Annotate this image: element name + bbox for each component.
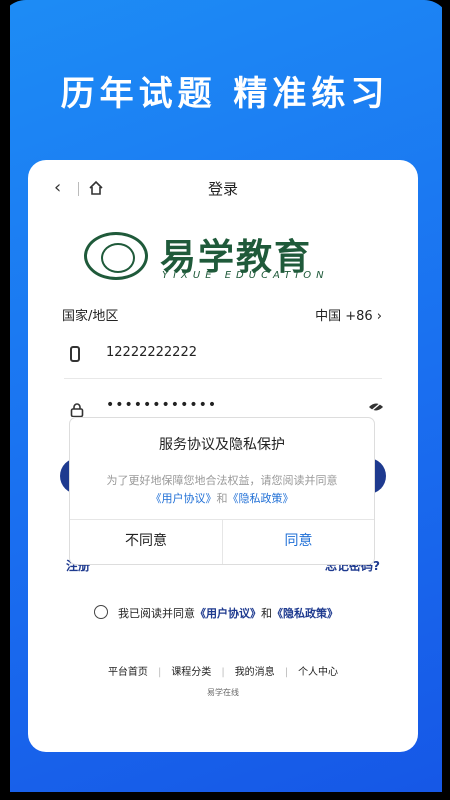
logo-seal: [84, 232, 148, 280]
country-row[interactable]: 国家/地区 中国 +86 ›: [62, 305, 382, 327]
footer-profile[interactable]: 个人中心: [298, 667, 338, 678]
footer-categories[interactable]: 课程分类: [171, 667, 211, 678]
footer-home[interactable]: 平台首页: [108, 667, 148, 678]
eye-hidden-icon[interactable]: [368, 401, 384, 413]
phone-field[interactable]: 12222222222: [64, 340, 382, 379]
agreement-row: 我已阅读并同意《用户协议》和《隐私政策》: [94, 603, 394, 623]
logo-name-en: YIXUE EDUCATION: [162, 270, 329, 281]
privacy-dialog: 服务协议及隐私保护 为了更好地保障您地合法权益，请您阅读并同意《用户协议》和《隐…: [70, 418, 374, 564]
page-title: 登录: [207, 180, 238, 198]
phone-icon: [70, 346, 80, 362]
dialog-body: 为了更好地保障您地合法权益，请您阅读并同意《用户协议》和《隐私政策》: [96, 472, 348, 508]
lock-icon: [70, 403, 84, 417]
footer-sep: |: [157, 667, 162, 678]
agreement-prefix: 我已阅读并同意: [118, 607, 195, 620]
agreement-radio[interactable]: [94, 605, 108, 619]
screen-edge-left: [0, 0, 10, 800]
country-value[interactable]: 中国 +86 ›: [315, 305, 382, 324]
agree-button[interactable]: 同意: [223, 519, 374, 564]
privacy-policy-link[interactable]: 《隐私政策》: [272, 607, 338, 620]
agreement-and: 和: [261, 607, 272, 620]
footer-nav: 平台首页 | 课程分类 | 我的消息 | 个人中心: [28, 663, 418, 678]
dialog-privacy-policy-link[interactable]: 《隐私政策》: [228, 492, 294, 505]
dialog-and: 和: [216, 492, 228, 505]
brand-logo: 易学教育 YIXUE EDUCATION: [84, 232, 364, 282]
screen-edge-bottom: [0, 792, 450, 800]
dialog-user-agreement-link[interactable]: 《用户协议》: [151, 492, 217, 505]
footer-messages[interactable]: 我的消息: [235, 667, 275, 678]
password-input[interactable]: ••••••••••••: [106, 397, 217, 413]
dialog-title: 服务协议及隐私保护: [159, 437, 285, 453]
dialog-body-text: 为了更好地保障您地合法权益，请您阅读并同意: [106, 474, 338, 487]
footer-sep: |: [221, 667, 225, 678]
logo-seal-inner: [101, 243, 135, 273]
country-label: 国家/地区: [62, 309, 119, 324]
app-screen: 历年试题 精准练习 ‹ 登录 易学教育 YIXUE EDUCATION 国家/地…: [0, 0, 450, 800]
disagree-button[interactable]: 不同意: [70, 519, 222, 564]
user-agreement-link[interactable]: 《用户协议》: [195, 607, 261, 620]
phone-input[interactable]: 12222222222: [106, 345, 197, 360]
banner-headline: 历年试题 精准练习: [60, 74, 390, 114]
screen-edge-right: [442, 0, 450, 800]
top-bar: ‹ 登录: [28, 174, 418, 204]
footer-brand: 易学在线: [207, 688, 239, 697]
agreement-text: 我已阅读并同意《用户协议》和《隐私政策》: [118, 605, 338, 621]
footer-sep: |: [284, 667, 289, 678]
